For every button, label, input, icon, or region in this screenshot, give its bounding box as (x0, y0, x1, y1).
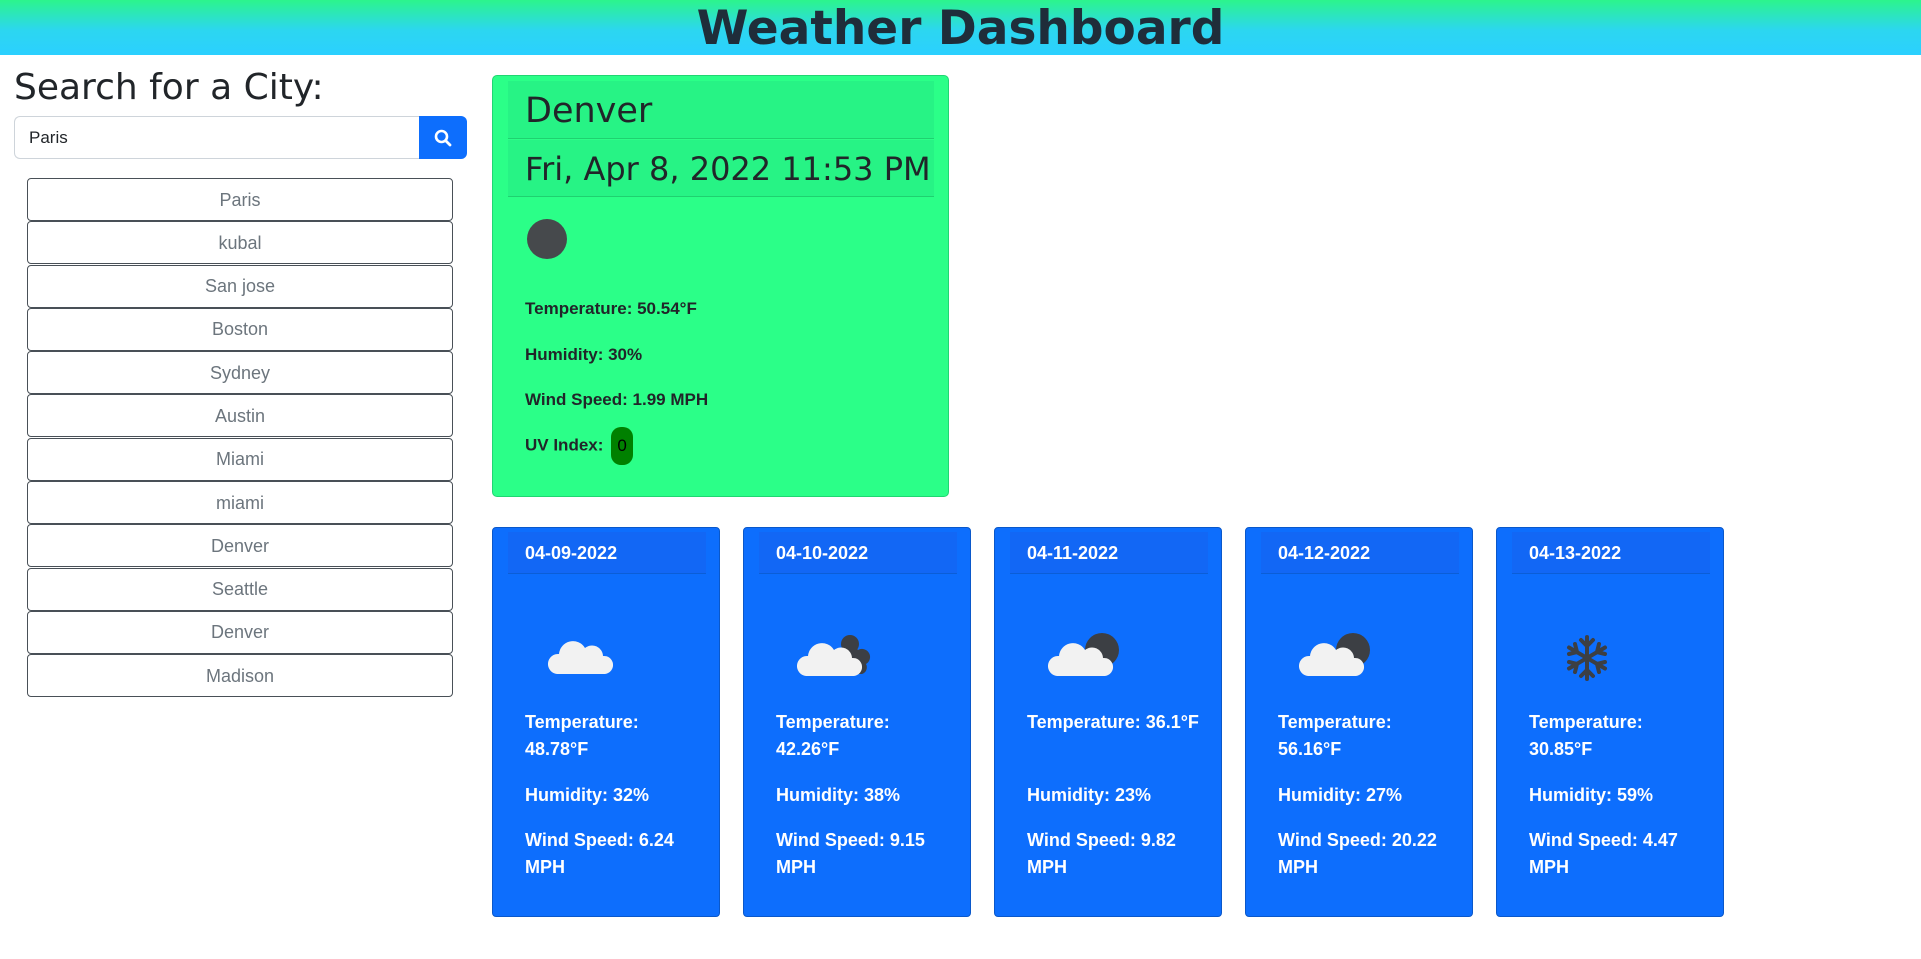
current-date-header: Fri, Apr 8, 2022 11:53 PM (508, 140, 934, 197)
forecast-date-header: 04-12-2022 (1261, 532, 1459, 574)
history-city-button[interactable]: Denver (27, 610, 453, 654)
history-city-button[interactable]: Paris (27, 178, 453, 221)
search-icon (434, 129, 452, 146)
snow-icon (1567, 635, 1607, 681)
city-search-input[interactable] (14, 116, 420, 159)
current-humidity: Humidity: 30% (525, 345, 643, 364)
page-header: Weather Dashboard (0, 0, 1921, 56)
current-date: Fri, Apr 8, 2022 11:53 PM (525, 150, 931, 188)
history-city-button[interactable]: Denver (27, 524, 453, 568)
forecast-temperature: Temperature: 30.85°F (1529, 712, 1643, 759)
forecast-humidity: Humidity: 27% (1278, 785, 1403, 805)
search-history-list: Paris kubal San jose Boston Sydney Austi… (27, 178, 453, 698)
current-weather-card: Denver Fri, Apr 8, 2022 11:53 PM Tempera… (492, 75, 949, 497)
forecast-wind-speed: Wind Speed: 20.22 MPH (1278, 830, 1437, 877)
forecast-date-header: 04-11-2022 (1010, 532, 1208, 574)
history-city-button[interactable]: Austin (27, 394, 453, 438)
history-city-button[interactable]: Madison (27, 654, 453, 698)
forecast-humidity: Humidity: 23% (1027, 785, 1152, 805)
forecast-card: 04-11-2022 Temperature: 36.1°F Humidity:… (994, 527, 1222, 917)
current-wind-speed: Wind Speed: 1.99 MPH (525, 390, 709, 409)
forecast-humidity: Humidity: 38% (776, 785, 901, 805)
forecast-wind-speed: Wind Speed: 6.24 MPH (525, 830, 674, 877)
forecast-humidity: Humidity: 59% (1529, 785, 1654, 805)
search-row (14, 116, 467, 159)
forecast-card: 04-10-2022 Temperature: 42.26°F Humidity… (743, 527, 971, 917)
search-title: Search for a City: (14, 67, 324, 108)
history-city-button[interactable]: Seattle (27, 567, 453, 611)
forecast-date-header: 04-13-2022 (1512, 532, 1710, 574)
forecast-temperature: Temperature: 42.26°F (776, 712, 890, 759)
uv-index-badge: 0 (611, 427, 633, 465)
history-city-button[interactable]: Miami (27, 437, 453, 481)
forecast-temperature: Temperature: 56.16°F (1278, 712, 1392, 759)
forecast-card: 04-09-2022 Temperature: 48.78°F Humidity… (492, 527, 720, 917)
current-uv-row: UV Index: 0 (525, 427, 633, 465)
forecast-wind-speed: Wind Speed: 9.82 MPH (1027, 830, 1176, 877)
cloud-icon (547, 641, 614, 674)
forecast-temperature: Temperature: 48.78°F (525, 712, 639, 759)
forecast-date-header: 04-10-2022 (759, 532, 957, 574)
cloudy-night-icon (796, 635, 871, 676)
history-city-button[interactable]: Sydney (27, 351, 453, 395)
forecast-humidity: Humidity: 32% (525, 785, 650, 805)
current-city-header: Denver (508, 81, 934, 139)
moon-icon (527, 219, 567, 259)
history-city-button[interactable]: kubal (27, 221, 453, 265)
forecast-date: 04-13-2022 (1529, 543, 1622, 563)
forecast-temperature: Temperature: 36.1°F (1027, 712, 1199, 732)
history-city-button[interactable]: miami (27, 481, 453, 525)
partly-cloudy-night-icon (1298, 633, 1370, 676)
current-temperature: Temperature: 50.54°F (525, 299, 697, 318)
forecast-date-header: 04-09-2022 (508, 532, 706, 574)
forecast-date: 04-09-2022 (525, 543, 618, 563)
forecast-card: 04-12-2022 Temperature: 56.16°F Humidity… (1245, 527, 1473, 917)
uv-index-label: UV Index: (525, 435, 604, 455)
forecast-date: 04-10-2022 (776, 543, 869, 563)
forecast-wind-speed: Wind Speed: 9.15 MPH (776, 830, 925, 877)
forecast-card: 04-13-2022 Temperature: 30.85°F Humidity… (1496, 527, 1724, 917)
history-city-button[interactable]: San jose (27, 264, 453, 308)
page-title: Weather Dashboard (696, 1, 1225, 56)
forecast-date: 04-11-2022 (1027, 543, 1119, 563)
partly-cloudy-night-icon (1047, 633, 1119, 676)
search-sidebar: Search for a City: Paris kubal San jose … (14, 66, 467, 698)
history-city-button[interactable]: Boston (27, 307, 453, 351)
search-button[interactable] (419, 116, 467, 159)
forecast-wind-speed: Wind Speed: 4.47 MPH (1529, 830, 1678, 877)
forecast-date: 04-12-2022 (1278, 543, 1371, 563)
current-city-name: Denver (525, 91, 653, 131)
